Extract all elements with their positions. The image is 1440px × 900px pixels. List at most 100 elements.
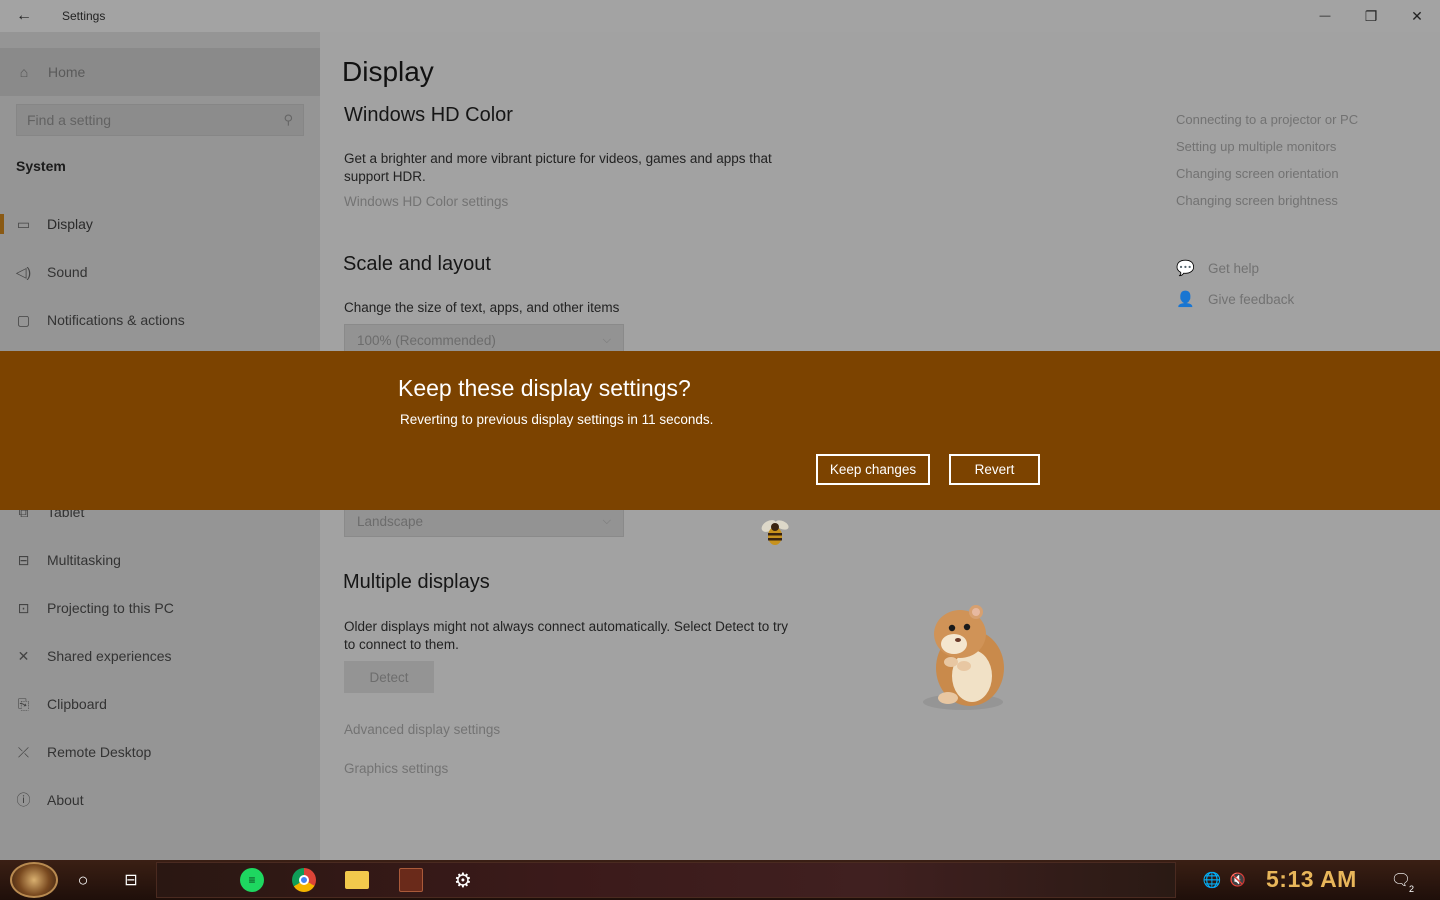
chevron-down-icon: ⌵	[602, 514, 611, 527]
photo-app-button[interactable]	[396, 860, 426, 900]
home-icon: ⌂	[19, 64, 29, 80]
info-icon: ⓘ	[16, 792, 31, 808]
scale-label: Change the size of text, apps, and other…	[344, 300, 620, 315]
maximize-button[interactable]: ❐	[1348, 0, 1394, 32]
graphics-settings-link[interactable]: Graphics settings	[344, 761, 448, 776]
feedback-icon: 👤	[1176, 291, 1195, 308]
sidebar-item-about[interactable]: ⓘ About	[0, 778, 320, 822]
circle-icon: ○	[77, 869, 89, 890]
monitor-icon: ▭	[16, 215, 31, 232]
speaker-icon: ◁)	[15, 263, 32, 280]
sidebar-item-label: Display	[47, 216, 93, 232]
sidebar-item-shared[interactable]: ✕ Shared experiences	[0, 634, 320, 678]
task-view-button[interactable]: ⊟	[116, 860, 146, 900]
window-title: Settings	[62, 9, 106, 23]
scale-heading: Scale and layout	[343, 253, 491, 275]
sidebar-item-notifications[interactable]: ▢ Notifications & actions	[0, 298, 320, 342]
notification-icon: ▢	[16, 311, 31, 328]
hamster-image	[923, 605, 1004, 710]
folder-icon	[345, 871, 369, 889]
minimize-button[interactable]: —	[1302, 0, 1348, 32]
network-button[interactable]: 🌐	[1200, 860, 1224, 900]
selection-indicator	[0, 214, 4, 234]
chrome-icon	[292, 868, 316, 892]
sidebar-item-multitasking[interactable]: ⊟ Multitasking	[0, 538, 320, 582]
search-input[interactable]: Find a setting ⚲	[16, 104, 304, 136]
spotify-icon: ≡	[240, 868, 264, 892]
taskbar: ○ ⊟ ≡ ⚙ 🌐 🔇 5:13 AM 🗨 2	[0, 860, 1440, 900]
hdr-description: Get a brighter and more vibrant picture …	[344, 151, 772, 184]
volume-muted-icon: 🔇	[1229, 872, 1247, 887]
related-link-projector[interactable]: Connecting to a projector or PC	[1176, 112, 1358, 127]
sidebar-home[interactable]: ⌂ Home	[0, 48, 320, 96]
back-arrow-icon: ←	[16, 7, 32, 24]
minimize-icon: —	[1319, 10, 1331, 22]
multitasking-icon: ⊟	[17, 551, 30, 568]
hdr-settings-link[interactable]: Windows HD Color settings	[344, 194, 508, 209]
close-icon: ✕	[1411, 7, 1423, 24]
title-bar: ← Settings — ❐ ✕	[0, 0, 1440, 32]
photo-app-icon	[399, 868, 423, 892]
chrome-button[interactable]	[289, 860, 319, 900]
search-icon: ⚲	[283, 112, 293, 127]
detect-button[interactable]: Detect	[344, 661, 434, 693]
sidebar-item-label: Multitasking	[47, 552, 121, 568]
restore-icon: ❐	[1364, 7, 1378, 24]
sidebar-item-label: Remote Desktop	[47, 744, 152, 760]
home-label: Home	[48, 64, 86, 80]
globe-icon: 🌐	[1202, 872, 1222, 889]
close-button[interactable]: ✕	[1394, 0, 1440, 32]
orientation-dropdown-value: Landscape	[357, 513, 424, 529]
sidebar-item-label: Notifications & actions	[47, 312, 185, 328]
volume-button[interactable]: 🔇	[1226, 860, 1250, 900]
clock[interactable]: 5:13 AM	[1266, 866, 1357, 893]
notification-count: 2	[1408, 884, 1414, 894]
get-help-label: Get help	[1208, 260, 1260, 276]
dialog-message: Reverting to previous display settings i…	[400, 412, 714, 427]
dialog-title: Keep these display settings?	[398, 375, 691, 401]
bee-image	[761, 520, 789, 545]
search-placeholder: Find a setting	[27, 112, 112, 128]
multiple-displays-heading: Multiple displays	[343, 571, 490, 593]
sidebar-item-label: Sound	[47, 264, 88, 280]
revert-button[interactable]: Revert	[949, 454, 1040, 485]
start-button[interactable]	[10, 862, 58, 898]
gear-icon: ⚙	[454, 869, 472, 892]
section-heading: System	[16, 158, 66, 174]
sidebar-item-label: Clipboard	[47, 696, 107, 712]
sidebar-item-label: Projecting to this PC	[47, 600, 174, 616]
get-help-link[interactable]: 💬 Get help	[1176, 259, 1259, 277]
page-title: Display	[342, 56, 434, 87]
scale-dropdown-value: 100% (Recommended)	[357, 332, 496, 348]
hdr-heading: Windows HD Color	[344, 104, 513, 126]
remote-desktop-icon: ⤫	[17, 743, 30, 760]
clipboard-icon: ⎘	[17, 695, 30, 712]
give-feedback-link[interactable]: 👤 Give feedback	[1176, 290, 1294, 308]
related-link-multiple-monitors[interactable]: Setting up multiple monitors	[1176, 139, 1336, 154]
task-view-icon: ⊟	[124, 872, 138, 889]
cortana-button[interactable]: ○	[68, 860, 98, 900]
sidebar-item-label: About	[47, 792, 84, 808]
settings-taskbar-button[interactable]: ⚙	[448, 860, 478, 900]
file-explorer-button[interactable]	[342, 860, 372, 900]
related-link-orientation[interactable]: Changing screen orientation	[1176, 166, 1339, 181]
share-icon: ✕	[17, 647, 30, 664]
multiple-displays-description: Older displays might not always connect …	[344, 619, 788, 652]
spotify-button[interactable]: ≡	[237, 860, 267, 900]
action-center-button[interactable]: 🗨 2	[1386, 860, 1416, 900]
sidebar-item-clipboard[interactable]: ⎘ Clipboard	[0, 682, 320, 726]
sidebar-item-display[interactable]: ▭ Display	[0, 202, 320, 246]
back-button[interactable]: ←	[12, 4, 36, 28]
chevron-down-icon: ⌵	[602, 333, 611, 346]
keep-settings-dialog: Keep these display settings? Reverting t…	[0, 351, 1440, 510]
related-link-brightness[interactable]: Changing screen brightness	[1176, 193, 1338, 208]
sidebar-item-remote-desktop[interactable]: ⤫ Remote Desktop	[0, 730, 320, 774]
sidebar-item-label: Shared experiences	[47, 648, 172, 664]
keep-changes-button[interactable]: Keep changes	[816, 454, 930, 485]
advanced-display-link[interactable]: Advanced display settings	[344, 722, 500, 737]
sidebar-item-projecting[interactable]: ⊡ Projecting to this PC	[0, 586, 320, 630]
sidebar-item-sound[interactable]: ◁) Sound	[0, 250, 320, 294]
projector-icon: ⊡	[17, 599, 30, 616]
give-feedback-label: Give feedback	[1208, 291, 1295, 307]
chat-help-icon: 💬	[1176, 260, 1195, 277]
